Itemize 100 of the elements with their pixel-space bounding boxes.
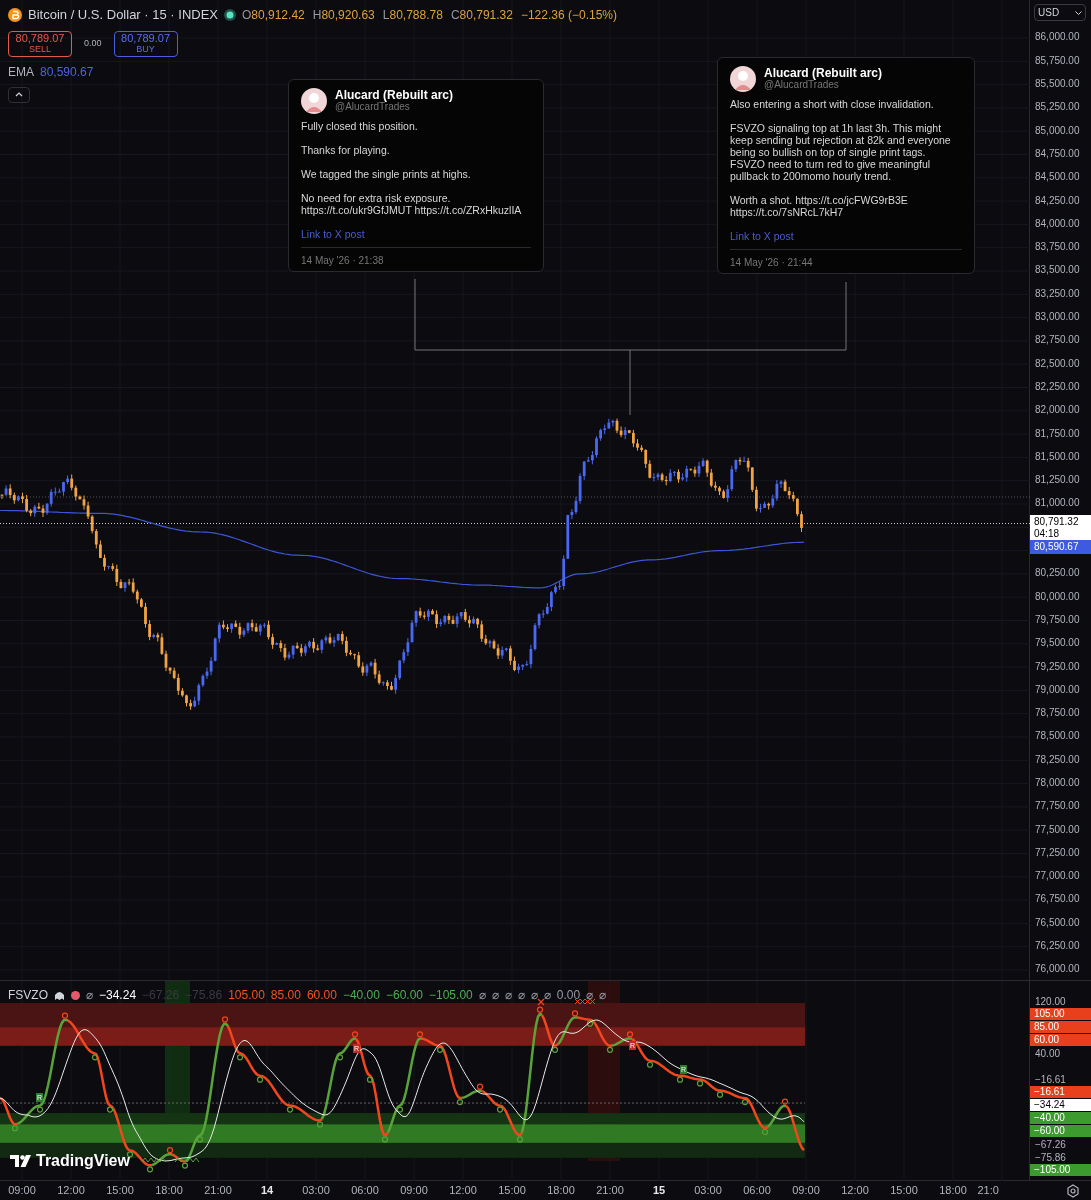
indicator-value: ⌀: [543, 987, 551, 1004]
indicator-value-badge: −60.00: [1030, 1125, 1091, 1137]
indicator-value: 0.00: [556, 987, 581, 1004]
time-tick-label: 09:00: [8, 1183, 36, 1199]
indicator-value: −40.00: [342, 987, 380, 1004]
price-tick-label: 79,000.00: [1035, 682, 1080, 697]
price-change: −122.36 (−0.15%): [520, 6, 617, 24]
tweet-text: No need for extra risk exposure. https://t.co/ukr9GfJMUT https://t.co/ZRxHkuzlIA: [301, 192, 523, 216]
indicator-name: FSVZO: [8, 987, 48, 1004]
price-tick-label: 79,500.00: [1035, 636, 1080, 651]
indicator-tick-label: 120.00: [1035, 994, 1066, 1009]
x-post-link[interactable]: Link to X post: [730, 230, 794, 242]
author-handle: @AlucardTrades: [764, 79, 839, 91]
indicator-value: ⌀: [504, 987, 512, 1004]
price-tick-label: 82,500.00: [1035, 356, 1080, 371]
price-tick-label: 81,750.00: [1035, 426, 1080, 441]
tweet-text: Fully closed this position.: [301, 120, 419, 132]
time-tick-label: 12:00: [449, 1183, 477, 1199]
price-tick-label: 76,500.00: [1035, 915, 1080, 930]
price-tick-label: 82,750.00: [1035, 333, 1080, 348]
price-tick-label: 83,250.00: [1035, 286, 1080, 301]
indicator-tick-label: −75.86: [1035, 1150, 1066, 1165]
price-tick-label: 78,000.00: [1035, 776, 1080, 790]
price-tick-label: 80,250.00: [1035, 566, 1080, 581]
indicator-value-badge: 105.00: [1030, 1008, 1091, 1020]
price-tick-label: 76,750.00: [1035, 892, 1080, 907]
price-tick-label: 82,000.00: [1035, 403, 1080, 418]
price-tick-label: 77,500.00: [1035, 822, 1080, 837]
price-tick-label: 83,750.00: [1035, 240, 1080, 255]
ema-value: 80,590.67: [40, 63, 94, 81]
ohlc-value: O80,912.42: [242, 6, 305, 24]
sell-button[interactable]: 80,789.07 SELL: [8, 30, 72, 57]
time-tick-label: 06:00: [743, 1183, 771, 1199]
indicator-tick-label: −67.26: [1035, 1137, 1066, 1152]
indicator-value: ⌀: [517, 987, 525, 1004]
indicator-value: ⌀: [478, 987, 486, 1004]
time-tick-label: 09:00: [792, 1183, 820, 1199]
buy-button[interactable]: 80,789.07 BUY: [113, 30, 178, 57]
tweet-text: Also entering a short with close invalidation.: [730, 98, 935, 110]
price-tick-label: 84,750.00: [1035, 146, 1080, 161]
time-tick-label: 18:00: [939, 1183, 967, 1199]
currency-dropdown[interactable]: USD: [1034, 4, 1086, 21]
ohlc-value: H80,920.63: [312, 6, 375, 24]
indicator-value-badge: −16.61: [1030, 1086, 1091, 1098]
price-tick-label: 80,000.00: [1035, 589, 1080, 604]
time-tick-label: 18:00: [155, 1183, 183, 1199]
indicator-tick-label: −16.61: [1035, 1072, 1066, 1087]
indicator-value: −34.24: [99, 987, 137, 1004]
tweet-text: FSVZO signaling top at 1h last 3h. This might keep sending but rejection at 82k and everyone being so bullish on top of single print tags. FSVZO need to turn red to give meaningful pullback to 200momo hourly trend.: [730, 122, 952, 182]
indicator-value-badge: −34.24: [1030, 1099, 1091, 1111]
indicator-value: ⌀: [599, 987, 607, 1004]
price-tick-label: 83,500.00: [1035, 263, 1080, 278]
indicator-value: −60.00: [385, 987, 423, 1004]
time-tick-label: 12:00: [57, 1183, 85, 1199]
time-tick-label: 14: [260, 1183, 274, 1199]
indicator-value: 60.00: [306, 987, 337, 1004]
price-tick-label: 85,000.00: [1035, 123, 1080, 138]
time-tick-label: 21:00: [204, 1183, 232, 1199]
indicator-value: ⌀: [86, 987, 93, 1004]
x-post-link[interactable]: Link to X post: [301, 228, 365, 240]
spread-value: 0.00: [83, 36, 103, 50]
tweet-timestamp: 14 May '26 · 21:38: [301, 255, 384, 266]
author-handle: @AlucardTrades: [335, 101, 410, 113]
price-tick-label: 79,750.00: [1035, 612, 1080, 627]
price-tick-label: 86,000.00: [1035, 30, 1080, 45]
price-tick-label: 84,500.00: [1035, 170, 1080, 185]
price-tick-label: 85,500.00: [1035, 77, 1080, 92]
indicator-value: 105.00: [228, 987, 265, 1004]
price-tick-label: 84,250.00: [1035, 193, 1080, 208]
tweet-text: Thanks for playing.: [301, 144, 391, 156]
time-tick-label: 09:00: [400, 1183, 428, 1199]
indicator-value: ⌀: [491, 987, 499, 1004]
indicator-value: ⌀: [530, 987, 538, 1004]
ema-label: EMA: [8, 63, 34, 81]
ohlc-value: L80,788.78: [382, 6, 443, 24]
logo-wordmark: TradingView: [36, 1151, 130, 1171]
indicator-value-badge: 85.00: [1030, 1021, 1091, 1033]
price-tick-label: 76,000.00: [1035, 962, 1080, 977]
time-tick-label: 15:00: [106, 1183, 134, 1199]
indicator-value-badge: −105.00: [1030, 1164, 1091, 1176]
indicator-value: 85.00: [270, 987, 301, 1004]
price-tick-label: 83,000.00: [1035, 310, 1080, 325]
price-tick-label: 78,250.00: [1035, 752, 1080, 767]
price-tick-label: 77,000.00: [1035, 869, 1080, 884]
price-tick-label: 78,500.00: [1035, 729, 1080, 744]
price-tick-label: 84,000.00: [1035, 216, 1080, 231]
price-tick-label: 82,250.00: [1035, 379, 1080, 394]
time-tick-label: 15:00: [498, 1183, 526, 1199]
indicator-value-badge: 60.00: [1030, 1034, 1091, 1046]
price-tick-label: 79,250.00: [1035, 659, 1080, 674]
price-tick-label: 76,250.00: [1035, 939, 1080, 954]
indicator-value: ⌀: [586, 987, 594, 1004]
time-tick-label: 18:00: [547, 1183, 575, 1199]
time-tick-label: 15: [652, 1183, 666, 1199]
time-tick-label: 21:0: [977, 1183, 999, 1199]
indicator-tick-label: 40.00: [1035, 1046, 1061, 1061]
price-tick-label: 85,750.00: [1035, 53, 1080, 68]
time-tick-label: 21:00: [596, 1183, 624, 1199]
time-tick-label: 03:00: [694, 1183, 722, 1199]
price-tick-label: 85,250.00: [1035, 100, 1080, 115]
